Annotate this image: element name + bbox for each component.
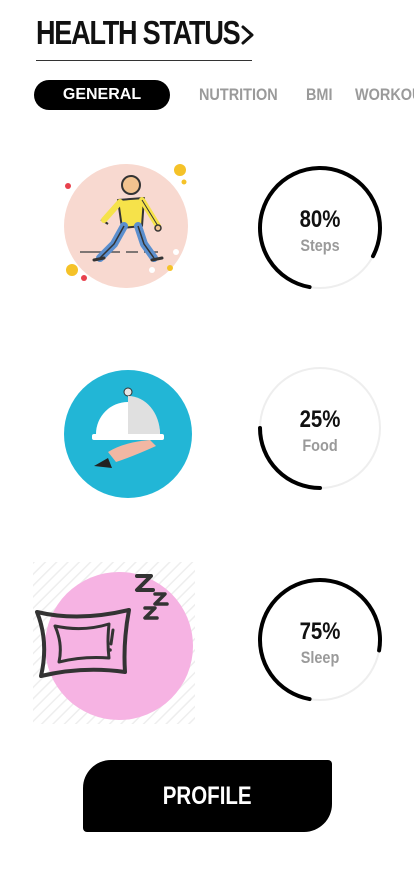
- food-progress-ring: 25% Food: [256, 364, 384, 492]
- tab-bmi[interactable]: BMI: [306, 80, 332, 110]
- profile-button-label: PROFILE: [163, 781, 252, 810]
- sleep-progress-ring: 75% Sleep: [256, 576, 384, 704]
- sleep-percent: 75%: [299, 618, 341, 645]
- steps-progress-ring: 80% Steps: [256, 164, 384, 292]
- walking-person-icon: [58, 160, 194, 290]
- food-label: Food: [302, 436, 338, 455]
- sleep-pillow-icon: [33, 562, 195, 724]
- chevron-right-icon[interactable]: [236, 24, 258, 46]
- page-title: HEALTH STATUS: [36, 14, 241, 51]
- food-cloche-icon: [64, 370, 194, 500]
- title-divider: [36, 60, 252, 61]
- tab-bar: GENERAL NUTRITION BMI WORKOUT: [34, 80, 414, 110]
- steps-label: Steps: [300, 236, 340, 255]
- sleep-label: Sleep: [300, 648, 340, 667]
- tab-general[interactable]: GENERAL: [34, 80, 170, 110]
- food-percent: 25%: [299, 406, 341, 433]
- tab-workout[interactable]: WORKOUT: [355, 80, 414, 110]
- steps-percent: 80%: [299, 206, 341, 233]
- profile-button[interactable]: PROFILE: [83, 760, 332, 832]
- tab-nutrition[interactable]: NUTRITION: [199, 80, 278, 110]
